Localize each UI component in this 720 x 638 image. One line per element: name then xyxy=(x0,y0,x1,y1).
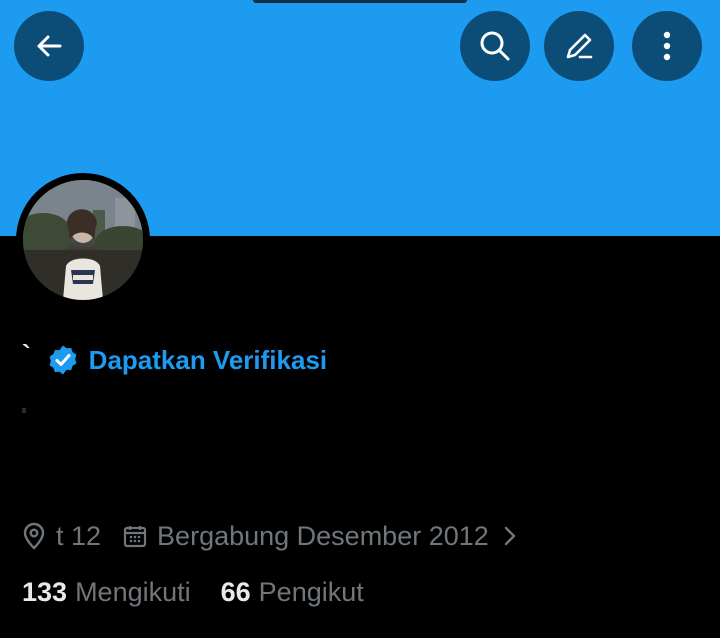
search-icon xyxy=(478,29,512,63)
profile-name-row: ` Dapatkan Verifikasi xyxy=(22,338,327,382)
display-name: ` xyxy=(22,339,31,369)
joined-date: Bergabung Desember 2012 xyxy=(157,520,489,551)
followers-link[interactable]: 66 Pengikut xyxy=(221,577,364,608)
avatar[interactable] xyxy=(16,173,150,307)
get-verified-link[interactable]: Dapatkan Verifikasi xyxy=(89,345,327,376)
following-label: Mengikuti xyxy=(75,576,191,607)
edit-button[interactable] xyxy=(544,11,614,81)
back-button[interactable] xyxy=(14,11,84,81)
bio-text xyxy=(22,408,26,413)
calendar-icon xyxy=(123,524,147,548)
chevron-right-icon[interactable] xyxy=(503,525,517,547)
location-text: t 12 xyxy=(56,520,102,551)
verified-badge-icon[interactable] xyxy=(47,344,79,376)
status-handle xyxy=(253,0,467,3)
profile-meta: t 12 Bergabung Desember 2012 xyxy=(22,518,517,554)
following-link[interactable]: 133 Mengikuti xyxy=(22,577,191,608)
pencil-icon xyxy=(562,29,596,63)
arrow-left-icon xyxy=(33,30,65,62)
more-vertical-icon xyxy=(662,30,672,62)
search-button[interactable] xyxy=(460,11,530,81)
avatar-photo xyxy=(23,180,143,300)
followers-label: Pengikut xyxy=(258,576,364,607)
location-pin-icon xyxy=(22,522,46,550)
followers-count: 66 xyxy=(220,576,251,607)
following-count: 133 xyxy=(22,576,68,607)
follow-stats: 133 Mengikuti 66 Pengikut xyxy=(22,574,364,610)
more-button[interactable] xyxy=(632,11,702,81)
